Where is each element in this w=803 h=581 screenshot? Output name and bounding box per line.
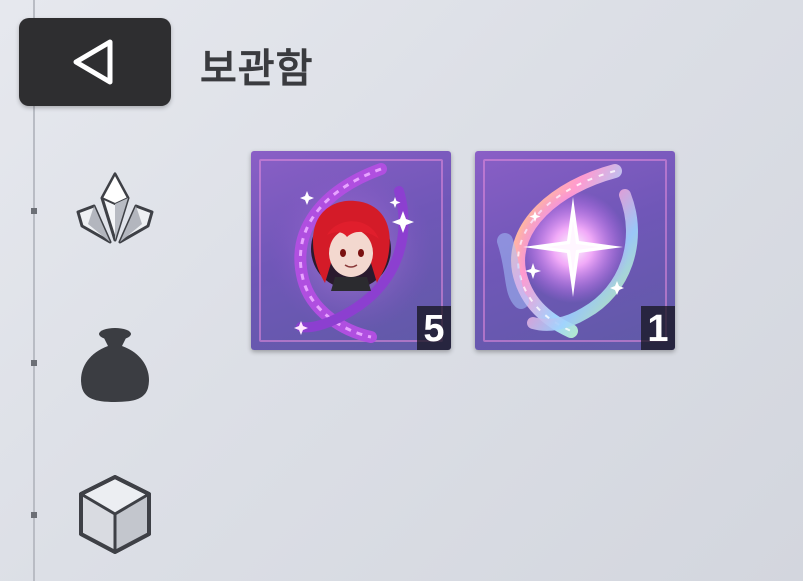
- sidebar-item-cube[interactable]: [72, 472, 158, 558]
- item-count-badge: 5: [417, 306, 451, 350]
- sidebar-item-pouch[interactable]: [72, 322, 158, 408]
- back-button[interactable]: [19, 18, 171, 106]
- inventory-item-character-fragment[interactable]: 5: [251, 151, 451, 350]
- pouch-icon: [81, 328, 149, 402]
- cube-icon: [79, 475, 151, 554]
- sidebar-marker: [31, 208, 37, 214]
- crystal-icon: [76, 171, 154, 244]
- item-count-badge: 1: [641, 306, 675, 350]
- sidebar-item-crystal[interactable]: [72, 168, 158, 254]
- sidebar-marker: [31, 512, 37, 518]
- sidebar-marker: [31, 360, 37, 366]
- inventory-item-star-fragment[interactable]: 1: [475, 151, 675, 350]
- back-arrow-icon: [73, 39, 113, 85]
- page-title: 보관함: [200, 46, 314, 92]
